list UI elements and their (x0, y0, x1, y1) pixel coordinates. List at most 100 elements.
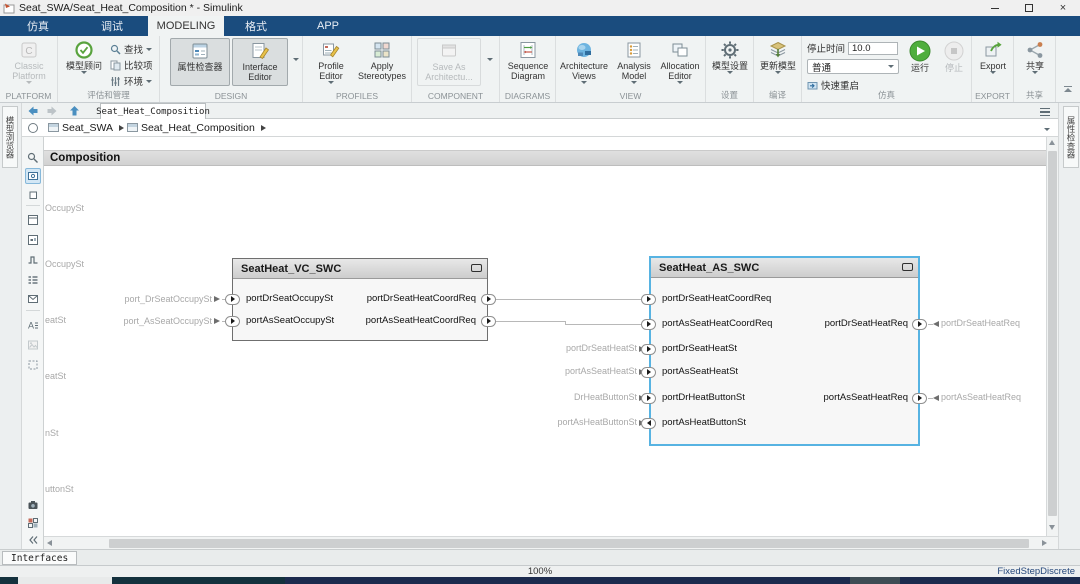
vertical-scrollbar[interactable] (1046, 137, 1058, 536)
export-button[interactable]: Export (973, 38, 1013, 74)
save-as-architecture-icon (439, 41, 459, 61)
back-icon (26, 105, 39, 117)
port-label: portAsSeatHeatCoordReq (336, 315, 476, 326)
horizontal-scroll-thumb[interactable] (109, 539, 1029, 548)
block-header[interactable]: SeatHeat_VC_SWC (233, 259, 487, 279)
share-button[interactable]: 共享 (1015, 38, 1055, 74)
taskbar-segment (850, 577, 900, 584)
up-to-parent-button[interactable] (68, 105, 81, 117)
tab-modeling[interactable]: MODELING (148, 16, 224, 36)
image-icon[interactable] (25, 337, 41, 353)
design-gallery-caret[interactable] (290, 58, 302, 61)
architecture-views-button[interactable]: Architecture Views (558, 38, 610, 84)
architecture-views-icon (574, 40, 594, 60)
compare-button[interactable]: 比较项 (110, 58, 153, 72)
component-badge-icon (471, 264, 482, 272)
maximize-button[interactable] (1012, 0, 1046, 16)
interface-editor-button[interactable]: Interface Editor (232, 38, 288, 86)
scroll-right-icon[interactable] (1042, 540, 1047, 546)
output-port[interactable] (912, 319, 927, 330)
simulation-mode-select[interactable]: 普通 (807, 59, 899, 74)
input-port[interactable] (641, 393, 656, 404)
group-label-platform: PLATFORM (0, 91, 57, 101)
connector-line[interactable] (496, 321, 566, 322)
diagram-canvas[interactable]: Composition OccupySt OccupySt eatSt eatS… (44, 137, 1046, 536)
forward-button[interactable] (46, 105, 59, 117)
area-icon[interactable] (25, 357, 41, 373)
run-button[interactable]: 运行 (902, 38, 938, 73)
solver-name[interactable]: FixedStepDiscrete (997, 566, 1075, 577)
find-button[interactable]: 查找 (110, 42, 152, 56)
compare-icon (110, 60, 121, 71)
input-port[interactable] (225, 316, 240, 327)
viewport-icon[interactable] (25, 232, 41, 248)
document-tab[interactable]: Seat_Heat_Composition (100, 103, 206, 119)
allocation-editor-caret-icon (677, 81, 683, 84)
window-icon[interactable] (25, 212, 41, 228)
stop-time-input[interactable] (848, 42, 898, 55)
external-port-arrow-icon (214, 296, 220, 302)
block-header[interactable]: SeatHeat_AS_SWC (651, 258, 918, 278)
input-port[interactable] (641, 367, 656, 378)
output-port[interactable] (912, 393, 927, 404)
sequence-diagram-button[interactable]: Sequence Diagram (503, 38, 553, 81)
input-port[interactable] (225, 294, 240, 305)
screenshot-icon[interactable] (25, 168, 41, 184)
input-port[interactable] (641, 319, 656, 330)
output-port[interactable] (481, 316, 496, 327)
legend-icon[interactable] (25, 272, 41, 288)
interfaces-panel-tab[interactable]: Interfaces (2, 551, 77, 565)
model-advisor-button[interactable]: 模型顾问 (62, 38, 106, 74)
scroll-up-icon[interactable] (1049, 140, 1055, 145)
right-dock-strip: 属性检查器 (1058, 103, 1080, 549)
close-button[interactable]: × (1046, 0, 1080, 16)
property-inspector-tab[interactable]: 属性检查器 (1063, 106, 1079, 168)
tab-list-icon[interactable] (1040, 108, 1050, 116)
signal-icon[interactable] (25, 252, 41, 268)
breadcrumb-current[interactable]: Seat_Heat_Composition (141, 122, 255, 134)
back-button[interactable] (26, 105, 39, 117)
horizontal-scrollbar[interactable] (44, 536, 1058, 549)
allocation-editor-button[interactable]: Allocation Editor (656, 38, 704, 84)
group-label-eval: 评估和管理 (58, 89, 159, 101)
model-settings-button[interactable]: 模型设置 (708, 38, 752, 74)
connector-line[interactable] (496, 299, 650, 300)
taskbar-segment (112, 577, 285, 584)
zoom-icon[interactable] (25, 150, 41, 166)
scroll-left-icon[interactable] (47, 540, 52, 546)
property-inspector-button[interactable]: 属性检查器 (170, 38, 230, 86)
compass-icon[interactable] (28, 123, 38, 133)
apply-stereotypes-button[interactable]: Apply Stereotypes (356, 38, 408, 81)
taskbar-segment[interactable] (18, 577, 112, 584)
camera-icon[interactable] (25, 497, 41, 513)
tab-simulation[interactable]: 仿真 (10, 16, 66, 36)
breadcrumb-dropdown[interactable] (1044, 122, 1050, 134)
input-port[interactable] (641, 344, 656, 355)
input-port[interactable] (641, 294, 656, 305)
output-port[interactable] (481, 294, 496, 305)
component-gallery-caret[interactable] (484, 58, 496, 61)
mail-icon[interactable] (25, 291, 41, 307)
region-icon[interactable] (25, 187, 41, 203)
group-settings: 模型设置 设置 (706, 36, 754, 102)
port-label: portDrSeatHeatSt (662, 343, 737, 354)
analysis-model-button[interactable]: Analysis Model (612, 38, 656, 84)
minimize-button[interactable] (978, 0, 1012, 16)
connector-line[interactable] (565, 324, 650, 325)
scroll-down-icon[interactable] (1049, 525, 1055, 530)
collapse-icon[interactable] (25, 532, 41, 548)
tab-app[interactable]: APP (300, 16, 356, 36)
environment-button[interactable]: 环境 (110, 74, 152, 88)
model-browser-tab[interactable]: 模型浏览器 (2, 106, 18, 168)
tab-format[interactable]: 格式 (228, 16, 284, 36)
profile-editor-button[interactable]: Profile Editor (308, 38, 354, 84)
vertical-scroll-thumb[interactable] (1048, 151, 1057, 516)
tab-debug[interactable]: 调试 (84, 16, 140, 36)
simulink-model-icon (3, 2, 15, 14)
update-model-button[interactable]: 更新模型 (756, 38, 800, 74)
grid-icon[interactable] (25, 515, 41, 531)
collapse-ribbon-button[interactable] (1061, 86, 1075, 96)
annotation-icon[interactable]: A (25, 317, 41, 333)
breadcrumb-root[interactable]: Seat_SWA (62, 122, 113, 134)
output-port-left[interactable] (641, 418, 656, 429)
